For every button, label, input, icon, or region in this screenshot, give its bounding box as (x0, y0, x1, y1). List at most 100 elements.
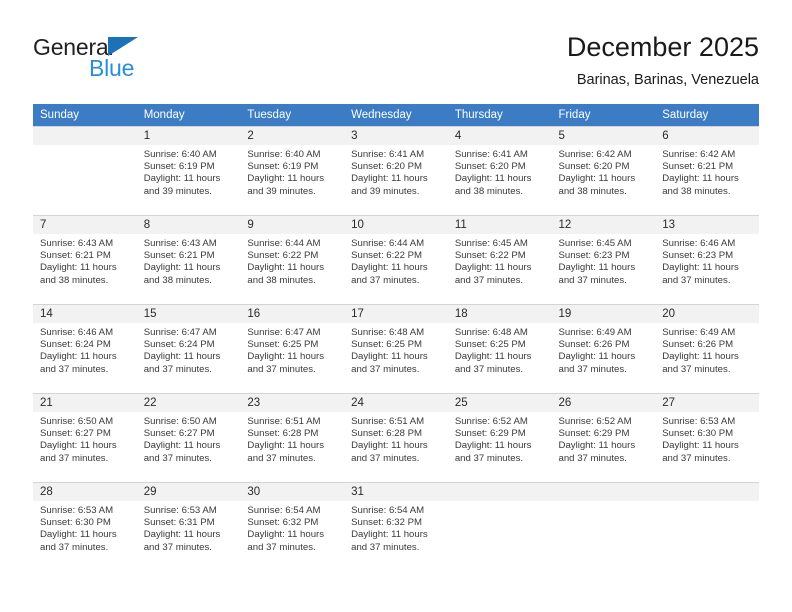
calendar-cell: 27 Sunrise: 6:53 AM Sunset: 6:30 PM Dayligh… (655, 393, 759, 482)
calendar-day[interactable]: 12 Sunrise: 6:45 AM Sunset: 6:23 PM Dayligh… (551, 215, 656, 304)
sunset-text: Sunset: 6:22 PM (351, 250, 423, 262)
daylight-text-line1: Daylight: 11 hours (454, 262, 532, 274)
weekday-header-row: Sunday Monday Tuesday Wednesday Thursday… (33, 104, 759, 126)
calendar-day[interactable]: 31 Sunrise: 6:54 AM Sunset: 6:32 PM Dayligh… (344, 482, 448, 571)
calendar-day[interactable]: 30 Sunrise: 6:54 AM Sunset: 6:32 PM Dayligh… (240, 482, 345, 571)
sun-times: Sunrise: 6:48 AM Sunset: 6:25 PM Daylight:… (448, 323, 552, 376)
weekday-header-wednesday: Wednesday (344, 104, 448, 126)
sunrise-text: Sunrise: 6:53 AM (40, 505, 114, 516)
calendar-day[interactable]: 28 Sunrise: 6:53 AM Sunset: 6:30 PM Dayligh… (33, 482, 137, 571)
weekday-header-sunday: Sunday (33, 104, 137, 126)
sunrise-text: Sunrise: 6:45 AM (454, 238, 528, 249)
calendar-day[interactable]: 23 Sunrise: 6:51 AM Sunset: 6:28 PM Dayligh… (240, 393, 345, 482)
calendar-day[interactable]: 27 Sunrise: 6:53 AM Sunset: 6:30 PM Dayligh… (655, 393, 759, 482)
calendar-day[interactable]: 18 Sunrise: 6:48 AM Sunset: 6:25 PM Dayligh… (447, 304, 552, 393)
day-number: 15 (136, 305, 241, 323)
sunrise-text: Sunrise: 6:50 AM (40, 416, 114, 427)
weekday-header-saturday: Saturday (655, 104, 759, 126)
daylight-text-line2: and 37 minutes. (40, 452, 109, 464)
sunrise-text: Sunrise: 6:52 AM (558, 416, 632, 427)
calendar-day[interactable]: 1 Sunrise: 6:40 AM Sunset: 6:19 PM Daylight… (136, 126, 241, 215)
sunrise-text: Sunrise: 6:51 AM (351, 416, 425, 427)
calendar-week-row: 7 Sunrise: 6:43 AM Sunset: 6:21 PM Daylight… (33, 215, 759, 304)
sunset-text: Sunset: 6:21 PM (662, 161, 734, 173)
daylight-text-line2: and 37 minutes. (143, 541, 212, 553)
sunset-text: Sunset: 6:29 PM (454, 428, 526, 440)
calendar-day[interactable]: 7 Sunrise: 6:43 AM Sunset: 6:21 PM Daylight… (33, 215, 137, 304)
calendar-day[interactable]: 22 Sunrise: 6:50 AM Sunset: 6:27 PM Dayligh… (136, 393, 241, 482)
daylight-text-line2: and 38 minutes. (247, 274, 316, 286)
sunrise-text: Sunrise: 6:53 AM (662, 416, 736, 427)
calendar-cell: 18 Sunrise: 6:48 AM Sunset: 6:25 PM Dayligh… (447, 304, 552, 393)
calendar-day[interactable]: 8 Sunrise: 6:43 AM Sunset: 6:21 PM Daylight… (136, 215, 241, 304)
calendar-day[interactable]: 25 Sunrise: 6:52 AM Sunset: 6:29 PM Dayligh… (447, 393, 552, 482)
sunset-text: Sunset: 6:22 PM (247, 250, 319, 262)
sunrise-text: Sunrise: 6:45 AM (558, 238, 632, 249)
calendar-day[interactable]: 10 Sunrise: 6:44 AM Sunset: 6:22 PM Dayligh… (344, 215, 448, 304)
calendar-day[interactable]: 4 Sunrise: 6:41 AM Sunset: 6:20 PM Daylight… (447, 126, 552, 215)
calendar-cell: 23 Sunrise: 6:51 AM Sunset: 6:28 PM Dayligh… (240, 393, 345, 482)
sunset-text: Sunset: 6:21 PM (40, 250, 111, 262)
calendar-day-empty (33, 126, 137, 215)
sunset-text: Sunset: 6:28 PM (247, 428, 319, 440)
calendar-day[interactable]: 2 Sunrise: 6:40 AM Sunset: 6:19 PM Daylight… (240, 126, 345, 215)
calendar-day[interactable]: 6 Sunrise: 6:42 AM Sunset: 6:21 PM Daylight… (655, 126, 759, 215)
sunset-text: Sunset: 6:19 PM (143, 161, 215, 173)
daylight-text-line1: Daylight: 11 hours (558, 262, 636, 274)
sunset-text: Sunset: 6:21 PM (143, 250, 215, 262)
daylight-text-line1: Daylight: 11 hours (558, 440, 636, 452)
calendar-day[interactable]: 19 Sunrise: 6:49 AM Sunset: 6:26 PM Dayligh… (551, 304, 656, 393)
calendar-day[interactable]: 17 Sunrise: 6:48 AM Sunset: 6:25 PM Dayligh… (344, 304, 448, 393)
calendar-day[interactable]: 9 Sunrise: 6:44 AM Sunset: 6:22 PM Daylight… (240, 215, 345, 304)
daylight-text-line2: and 37 minutes. (247, 452, 316, 464)
calendar-day[interactable]: 14 Sunrise: 6:46 AM Sunset: 6:24 PM Dayligh… (33, 304, 137, 393)
calendar-day[interactable]: 3 Sunrise: 6:41 AM Sunset: 6:20 PM Daylight… (344, 126, 448, 215)
calendar-day-empty (551, 482, 656, 571)
daylight-text-line2: and 37 minutes. (247, 541, 316, 553)
weekday-header-tuesday: Tuesday (240, 104, 345, 126)
weekday-header-friday: Friday (551, 104, 656, 126)
calendar-cell: 17 Sunrise: 6:48 AM Sunset: 6:25 PM Dayligh… (344, 304, 448, 393)
calendar-cell: 26 Sunrise: 6:52 AM Sunset: 6:29 PM Dayligh… (551, 393, 656, 482)
sun-times: Sunrise: 6:43 AM Sunset: 6:21 PM Daylight:… (137, 234, 241, 287)
day-number: 7 (33, 216, 137, 234)
day-number: 30 (240, 483, 345, 501)
page-title: December 2025 (566, 32, 759, 62)
day-number: 13 (655, 216, 759, 234)
calendar-day[interactable]: 20 Sunrise: 6:49 AM Sunset: 6:26 PM Dayligh… (655, 304, 759, 393)
daylight-text-line1: Daylight: 11 hours (143, 529, 221, 541)
daylight-text-line2: and 38 minutes. (662, 185, 731, 197)
daylight-text-line2: and 37 minutes. (454, 363, 524, 375)
calendar-day[interactable]: 26 Sunrise: 6:52 AM Sunset: 6:29 PM Dayligh… (551, 393, 656, 482)
calendar-day[interactable]: 24 Sunrise: 6:51 AM Sunset: 6:28 PM Dayligh… (344, 393, 448, 482)
sun-times: Sunrise: 6:47 AM Sunset: 6:25 PM Daylight:… (240, 323, 344, 376)
calendar-day[interactable]: 16 Sunrise: 6:47 AM Sunset: 6:25 PM Dayligh… (240, 304, 345, 393)
calendar-day[interactable]: 21 Sunrise: 6:50 AM Sunset: 6:27 PM Dayligh… (33, 393, 137, 482)
calendar-day[interactable]: 13 Sunrise: 6:46 AM Sunset: 6:23 PM Dayligh… (655, 215, 759, 304)
day-number: 29 (136, 483, 241, 501)
sunrise-text: Sunrise: 6:48 AM (351, 327, 425, 338)
daylight-text-line2: and 37 minutes. (558, 274, 627, 286)
calendar-day[interactable]: 15 Sunrise: 6:47 AM Sunset: 6:24 PM Dayligh… (136, 304, 241, 393)
sun-times: Sunrise: 6:40 AM Sunset: 6:19 PM Daylight:… (137, 145, 241, 198)
calendar-cell: 21 Sunrise: 6:50 AM Sunset: 6:27 PM Dayligh… (33, 393, 137, 482)
sun-times: Sunrise: 6:40 AM Sunset: 6:19 PM Daylight:… (240, 145, 344, 198)
day-number: 31 (344, 483, 448, 501)
calendar-cell: 30 Sunrise: 6:54 AM Sunset: 6:32 PM Dayligh… (240, 482, 345, 571)
general-blue-logo[interactable]: General Blue (33, 34, 213, 90)
sunset-text: Sunset: 6:26 PM (662, 339, 734, 351)
calendar-day[interactable]: 5 Sunrise: 6:42 AM Sunset: 6:20 PM Daylight… (551, 126, 656, 215)
daylight-text-line2: and 37 minutes. (662, 452, 731, 464)
calendar-cell: 31 Sunrise: 6:54 AM Sunset: 6:32 PM Dayligh… (344, 482, 448, 571)
calendar-day-empty (655, 482, 759, 571)
calendar-cell: 16 Sunrise: 6:47 AM Sunset: 6:25 PM Dayligh… (240, 304, 345, 393)
calendar-cell: 24 Sunrise: 6:51 AM Sunset: 6:28 PM Dayligh… (344, 393, 448, 482)
calendar-week-row: 14 Sunrise: 6:46 AM Sunset: 6:24 PM Dayligh… (33, 304, 759, 393)
weekday-header-monday: Monday (136, 104, 241, 126)
calendar-day[interactable]: 29 Sunrise: 6:53 AM Sunset: 6:31 PM Dayligh… (136, 482, 241, 571)
calendar-day[interactable]: 11 Sunrise: 6:45 AM Sunset: 6:22 PM Dayligh… (447, 215, 552, 304)
sunset-text: Sunset: 6:28 PM (351, 428, 423, 440)
daylight-text-line2: and 37 minutes. (558, 363, 627, 375)
sunrise-text: Sunrise: 6:53 AM (143, 505, 217, 516)
day-number: 16 (240, 305, 345, 323)
